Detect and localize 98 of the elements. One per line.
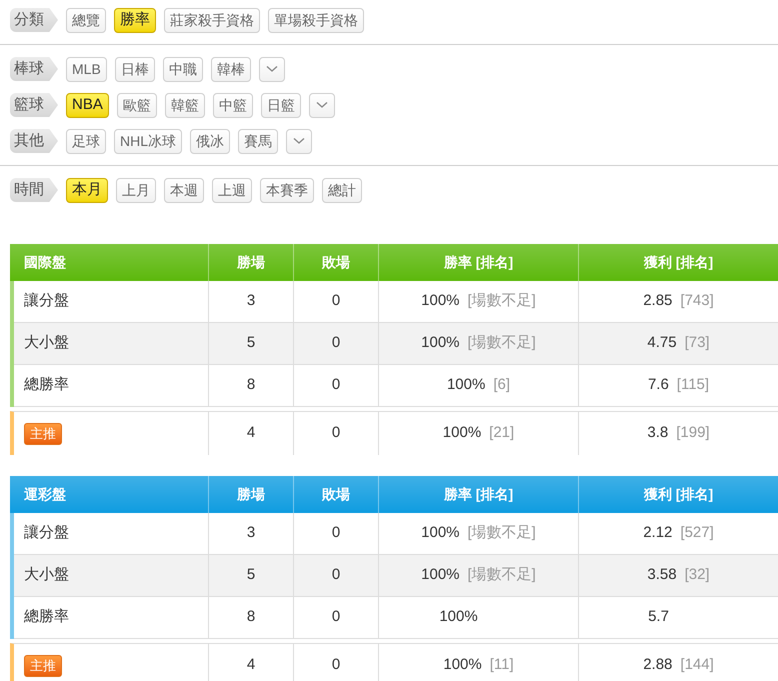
row-label: 讓分盤 xyxy=(24,291,69,312)
column-header: 勝率 [排名] xyxy=(444,253,514,272)
filter-option[interactable]: 歐籃 xyxy=(116,92,157,118)
filter-option[interactable]: 本賽季 xyxy=(260,178,314,202)
table-cell-text: 5 xyxy=(246,333,256,354)
filter-option[interactable]: MLB xyxy=(66,56,107,82)
table-cell-text: 4 xyxy=(246,423,256,444)
filter-option[interactable]: 本週 xyxy=(164,178,204,202)
rank-text: [11] xyxy=(490,656,514,674)
rank-text: [場數不足] xyxy=(468,566,536,584)
filter-label: 其他 xyxy=(10,129,58,153)
rank-text: [6] xyxy=(493,376,510,394)
rank-text: [115] xyxy=(676,376,710,394)
column-header: 勝率 [排名] xyxy=(444,485,514,504)
table-title: 運彩盤 xyxy=(24,485,66,504)
filter-option[interactable]: 韓棒 xyxy=(210,56,251,82)
value-text: 7.6 xyxy=(648,376,669,394)
table-cell-text: 3 xyxy=(246,523,256,544)
table-cell-text: 0 xyxy=(332,291,340,312)
rank-text: [199] xyxy=(676,424,710,442)
row-label: 大小盤 xyxy=(24,333,69,354)
table-title: 國際盤 xyxy=(24,253,66,272)
filter-label: 籃球 xyxy=(10,93,58,117)
filter-label: 時間 xyxy=(10,178,58,202)
filter-option[interactable]: 足球 xyxy=(66,128,106,154)
more-dropdown-button[interactable] xyxy=(286,128,312,154)
filter-option[interactable]: 俄冰 xyxy=(190,128,230,154)
filter-option[interactable]: 單場殺手資格 xyxy=(268,8,364,32)
table-cell-text: 8 xyxy=(246,607,256,628)
rank-text: [21] xyxy=(489,424,514,442)
value-text: 4.75 xyxy=(647,334,677,352)
row-label: 總勝率 xyxy=(24,607,69,628)
column-header: 敗場 xyxy=(322,485,350,504)
row-label: 大小盤 xyxy=(24,565,69,586)
column-header: 勝場 xyxy=(237,253,265,272)
filter-option[interactable]: 賽馬 xyxy=(238,128,278,154)
table-cell-text: 0 xyxy=(332,423,340,444)
value-text: 2.85 xyxy=(643,292,672,310)
rank-text: [73] xyxy=(684,334,710,352)
featured-badge: 主推 xyxy=(24,422,62,444)
table-cell-text: 0 xyxy=(332,523,340,544)
filter-option[interactable]: 總覽 xyxy=(66,8,106,32)
filter-option[interactable]: 勝率 xyxy=(114,8,156,32)
chevron-down-icon xyxy=(266,65,278,73)
value-text: 3.8 xyxy=(647,424,668,442)
value-text: 100% xyxy=(421,292,460,310)
column-header: 敗場 xyxy=(322,253,350,272)
value-text: 100% xyxy=(446,376,486,394)
column-header: 獲利 [排名] xyxy=(644,253,714,272)
featured-badge: 主推 xyxy=(24,654,62,676)
rank-text: [場數不足] xyxy=(468,334,536,352)
rank-text: [場數不足] xyxy=(468,524,536,542)
filter-option[interactable]: 韓籃 xyxy=(164,92,205,118)
filter-option[interactable]: 莊家殺手資格 xyxy=(164,8,260,32)
value-text: 2.12 xyxy=(643,524,672,542)
table-cell-text: 0 xyxy=(332,375,340,396)
value-text: 100% xyxy=(421,524,460,542)
table-cell-text: 0 xyxy=(332,607,340,628)
row-label: 讓分盤 xyxy=(24,523,69,544)
filter-option[interactable]: NBA xyxy=(66,92,109,118)
column-header: 獲利 [排名] xyxy=(644,485,714,504)
value-text: 100% xyxy=(421,566,460,584)
table-cell-text: 0 xyxy=(332,333,340,354)
table-cell-text: 3 xyxy=(246,291,256,312)
filter-option[interactable]: NHL冰球 xyxy=(114,128,182,154)
filter-label: 分類 xyxy=(10,8,58,32)
filter-option[interactable]: 中籃 xyxy=(212,92,253,118)
filter-option[interactable]: 日棒 xyxy=(114,56,155,82)
more-dropdown-button[interactable] xyxy=(308,92,335,118)
table-cell-text: 5 xyxy=(246,565,256,586)
filter-option[interactable]: 日籃 xyxy=(260,92,301,118)
value-text: 100% xyxy=(443,656,482,674)
chevron-down-icon xyxy=(293,137,306,145)
rank-text: [32] xyxy=(684,566,710,584)
table-cell-text: 4 xyxy=(246,655,256,676)
rank-text: [場數不足] xyxy=(468,292,536,310)
value-text: 5.7 xyxy=(648,608,669,626)
table-cell-text: 8 xyxy=(246,375,256,396)
rank-text: [743] xyxy=(680,292,714,310)
filter-label: 棒球 xyxy=(10,57,58,81)
value-text: 100% xyxy=(421,334,460,352)
filter-option[interactable]: 上週 xyxy=(212,178,252,202)
value-text: 100% xyxy=(439,608,478,626)
rank-text: [527] xyxy=(680,524,714,542)
rank-text: [144] xyxy=(680,656,714,674)
more-dropdown-button[interactable] xyxy=(258,56,285,82)
row-label: 總勝率 xyxy=(24,375,69,396)
value-text: 2.88 xyxy=(643,656,672,674)
chevron-down-icon xyxy=(316,101,328,109)
table-cell-text: 0 xyxy=(332,655,340,676)
filter-option[interactable]: 中職 xyxy=(162,56,203,82)
table-cell-text: 0 xyxy=(332,565,340,586)
value-text: 100% xyxy=(442,424,482,442)
filter-option[interactable]: 本月 xyxy=(66,178,108,202)
filter-option[interactable]: 總計 xyxy=(322,178,362,202)
filter-option[interactable]: 上月 xyxy=(116,178,156,202)
value-text: 3.58 xyxy=(647,566,677,584)
column-header: 勝場 xyxy=(237,485,265,504)
